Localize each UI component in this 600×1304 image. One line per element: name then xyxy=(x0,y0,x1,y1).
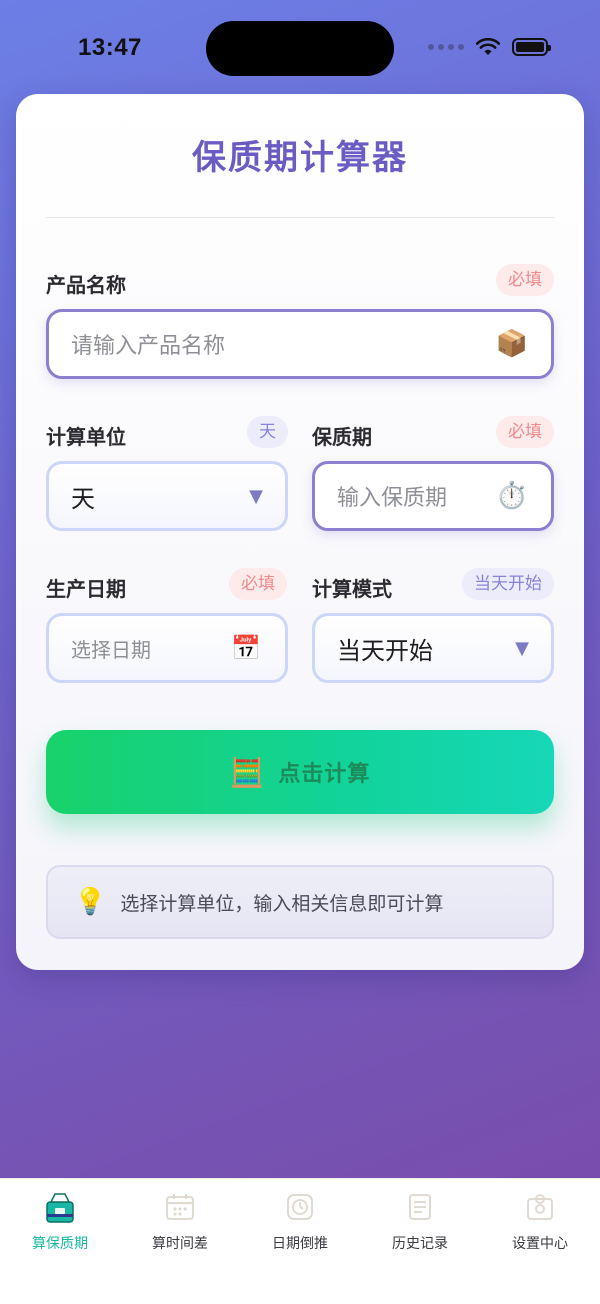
dynamic-island xyxy=(206,21,394,76)
product-name-required-badge: 必填 xyxy=(496,264,554,296)
lightbulb-icon: 💡 xyxy=(74,887,107,917)
chevron-down-icon: ▼ xyxy=(249,485,263,507)
tab-label: 设置中心 xyxy=(512,1236,568,1252)
tab-settings[interactable]: 设置中心 xyxy=(480,1179,600,1304)
calculator-card: 保质期计算器 产品名称 必填 请输入产品名称 📦 计算单位 天 天 ▼ 保质期 … xyxy=(16,94,584,970)
production-date-label: 生产日期 xyxy=(46,577,126,601)
document-icon xyxy=(400,1189,440,1225)
page-title: 保质期计算器 xyxy=(192,138,408,178)
calc-unit-value: 天 xyxy=(71,484,95,513)
calculate-button-label: 点击计算 xyxy=(278,762,371,787)
tab-date-backtrack[interactable]: 日期倒推 xyxy=(240,1179,360,1304)
cellular-signal-icon xyxy=(428,44,464,50)
status-time: 13:47 xyxy=(78,34,142,61)
status-indicators xyxy=(428,38,551,56)
tab-label: 算保质期 xyxy=(32,1236,88,1252)
shelf-life-placeholder: 输入保质期 xyxy=(337,486,448,511)
shelf-life-label: 保质期 xyxy=(312,425,372,449)
package-icon: 📦 xyxy=(495,329,529,359)
clock-icon xyxy=(280,1189,320,1225)
tip-box: 💡 选择计算单位，输入相关信息即可计算 xyxy=(46,865,554,939)
product-name-placeholder: 请输入产品名称 xyxy=(71,334,226,359)
tab-history[interactable]: 历史记录 xyxy=(360,1179,480,1304)
calculate-button[interactable]: 🧮 点击计算 xyxy=(46,730,554,814)
production-date-placeholder: 选择日期 xyxy=(71,637,151,662)
chevron-down-icon: ▼ xyxy=(515,637,529,659)
product-name-input[interactable]: 请输入产品名称 📦 xyxy=(46,309,554,379)
shelf-life-input[interactable]: 输入保质期 ⏱️ xyxy=(312,461,554,531)
tab-shelf-life[interactable]: 算保质期 xyxy=(0,1179,120,1304)
calc-unit-select[interactable]: 天 ▼ xyxy=(46,461,288,531)
tab-time-difference[interactable]: 算时间差 xyxy=(120,1179,240,1304)
status-bar: 13:47 xyxy=(0,0,600,92)
calendar-grid-icon xyxy=(160,1189,200,1225)
calc-unit-label: 计算单位 xyxy=(46,425,126,449)
calc-mode-label: 计算模式 xyxy=(312,577,392,601)
tab-label: 算时间差 xyxy=(152,1236,208,1252)
calc-unit-badge: 天 xyxy=(247,416,288,448)
title-divider xyxy=(46,217,554,218)
calendar-icon: 📅 xyxy=(231,634,261,662)
production-date-required-badge: 必填 xyxy=(229,568,287,600)
calc-mode-value: 当天开始 xyxy=(337,636,433,665)
settings-icon xyxy=(520,1189,560,1225)
abacus-icon: 🧮 xyxy=(229,755,265,789)
product-name-label: 产品名称 xyxy=(46,273,126,297)
shelf-life-required-badge: 必填 xyxy=(496,416,554,448)
wifi-icon xyxy=(476,38,500,55)
tab-bar: 算保质期 算时间差 日期倒推 历史记录 设置中心 xyxy=(0,1178,600,1304)
tab-label: 历史记录 xyxy=(392,1236,448,1252)
battery-icon xyxy=(512,38,551,56)
production-date-picker[interactable]: 选择日期 📅 xyxy=(46,613,288,683)
milk-carton-icon xyxy=(40,1189,80,1225)
stopwatch-icon: ⏱️ xyxy=(495,481,529,511)
calc-mode-select[interactable]: 当天开始 ▼ xyxy=(312,613,554,683)
tip-text: 选择计算单位，输入相关信息即可计算 xyxy=(120,892,444,915)
tab-label: 日期倒推 xyxy=(272,1236,328,1252)
calc-mode-badge: 当天开始 xyxy=(462,568,554,600)
